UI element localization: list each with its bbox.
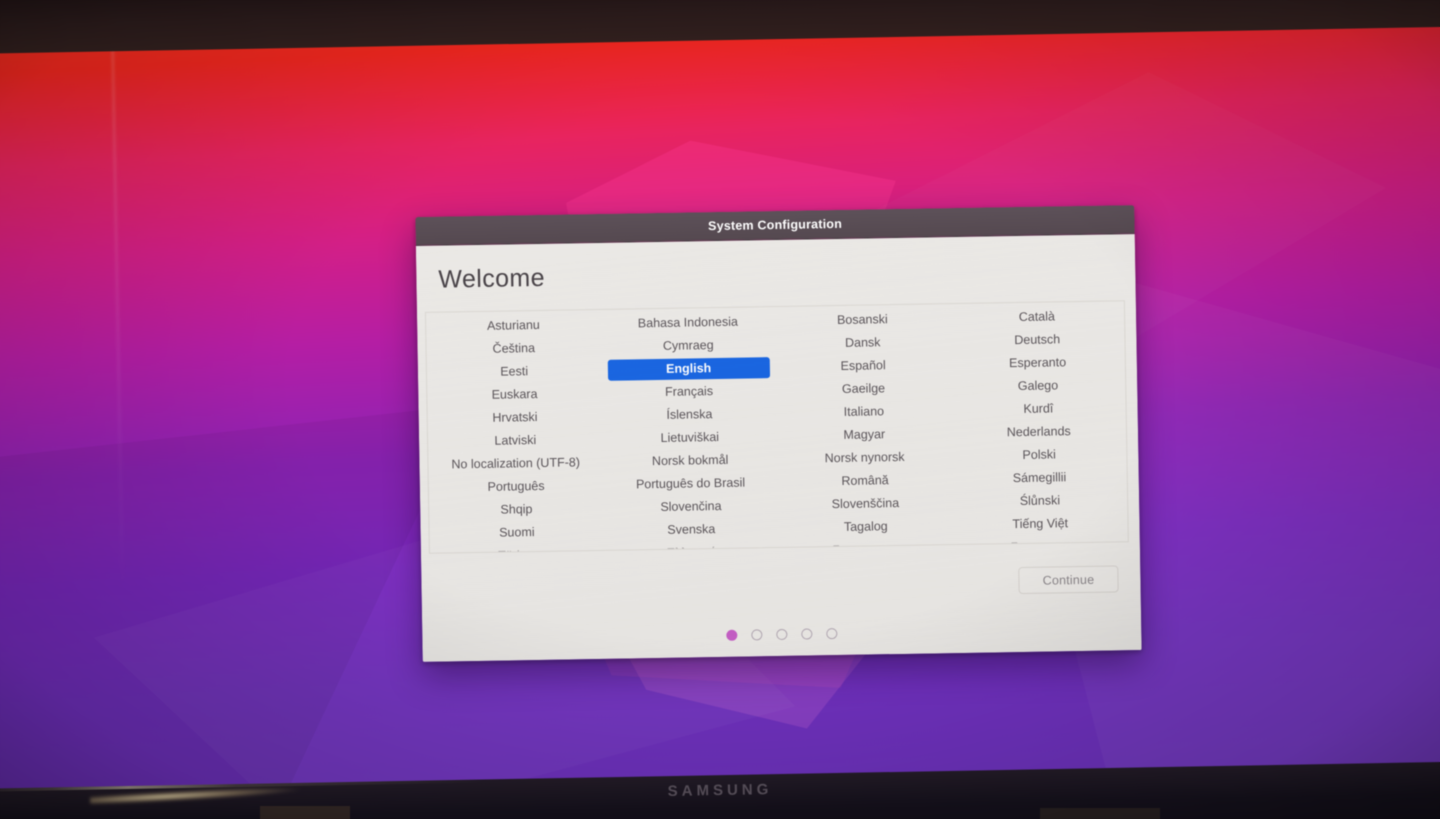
language-option[interactable]: Português do Brasil: [603, 471, 778, 497]
language-option[interactable]: Português: [429, 474, 604, 500]
language-option[interactable]: Hrvatski: [428, 405, 603, 431]
pagination-dot-1[interactable]: [726, 629, 738, 641]
language-option[interactable]: Slovenščina: [778, 491, 953, 517]
page-title: Welcome: [438, 263, 546, 294]
language-option[interactable]: Latviski: [428, 428, 603, 454]
language-option[interactable]: Galego: [951, 373, 1126, 399]
language-option[interactable]: Bahasa Indonesia: [600, 310, 775, 336]
pagination-dot-4[interactable]: [801, 628, 813, 640]
language-grid: Asturianu Bahasa Indonesia Bosanski Català Č…: [426, 301, 1128, 554]
language-option[interactable]: Tiếng Việt: [953, 511, 1128, 537]
language-option[interactable]: Español: [776, 353, 951, 379]
language-option[interactable]: No localization (UTF-8): [428, 451, 603, 477]
language-option[interactable]: Norsk nynorsk: [777, 445, 952, 471]
background-object-right: [1040, 808, 1160, 819]
language-option[interactable]: Nederlands: [951, 419, 1126, 445]
language-option[interactable]: Ελληνικά: [604, 540, 779, 554]
language-option[interactable]: Slovenčina: [604, 494, 779, 520]
language-option[interactable]: Esperanto: [950, 350, 1125, 376]
language-option[interactable]: Ślůnski: [952, 488, 1127, 514]
language-option[interactable]: Kurdî: [951, 396, 1126, 422]
pagination-dots: [422, 623, 1141, 646]
pagination-dot-2[interactable]: [751, 629, 763, 641]
language-option[interactable]: Euskara: [427, 382, 602, 408]
background-object-left: [260, 806, 350, 819]
language-option[interactable]: Shqip: [429, 497, 604, 523]
language-option[interactable]: Suomi: [429, 520, 604, 546]
language-list[interactable]: Asturianu Bahasa Indonesia Bosanski Català Č…: [424, 300, 1129, 554]
language-option[interactable]: Română: [778, 468, 953, 494]
language-option[interactable]: Lietuviškai: [602, 425, 777, 451]
language-option-selected[interactable]: English: [607, 357, 771, 381]
language-option[interactable]: Bosanski: [775, 307, 950, 333]
language-option[interactable]: Cymraeg: [601, 333, 776, 359]
continue-button[interactable]: Continue: [1018, 565, 1119, 595]
language-option[interactable]: Беларуская: [779, 537, 954, 554]
system-configuration-window: System Configuration Welcome Asturianu Ba…: [415, 205, 1142, 662]
language-option[interactable]: Polski: [952, 442, 1127, 468]
language-option[interactable]: Français: [602, 379, 777, 405]
language-option[interactable]: Asturianu: [426, 313, 601, 339]
language-option[interactable]: Български: [953, 534, 1128, 554]
language-option[interactable]: Čeština: [426, 336, 601, 362]
language-option[interactable]: Magyar: [777, 422, 952, 448]
language-option[interactable]: Svenska: [604, 517, 779, 543]
screenshot-root: Jan 20 07:55 System Configuration Welcom…: [0, 0, 1440, 819]
language-option[interactable]: Tagalog: [778, 514, 953, 540]
language-option[interactable]: Türkçe: [430, 543, 605, 554]
language-option[interactable]: Deutsch: [950, 327, 1125, 353]
screen-reflection: [110, 31, 125, 592]
language-option[interactable]: Sámegillii: [952, 465, 1127, 491]
wallpaper-facet: [0, 405, 478, 819]
language-option[interactable]: Norsk bokmål: [603, 448, 778, 474]
pagination-dot-5[interactable]: [826, 628, 838, 640]
pagination-dot-3[interactable]: [776, 628, 788, 641]
window-body: Welcome Asturianu Bahasa Indonesia Bosansk…: [415, 234, 1142, 662]
language-option[interactable]: Eesti: [427, 359, 602, 385]
language-option[interactable]: Gaeilge: [776, 376, 951, 402]
language-option[interactable]: Italiano: [776, 399, 951, 425]
language-option[interactable]: Íslenska: [602, 402, 777, 428]
window-title: System Configuration: [707, 216, 843, 234]
language-option[interactable]: Dansk: [775, 330, 950, 356]
language-option[interactable]: Català: [949, 304, 1124, 330]
